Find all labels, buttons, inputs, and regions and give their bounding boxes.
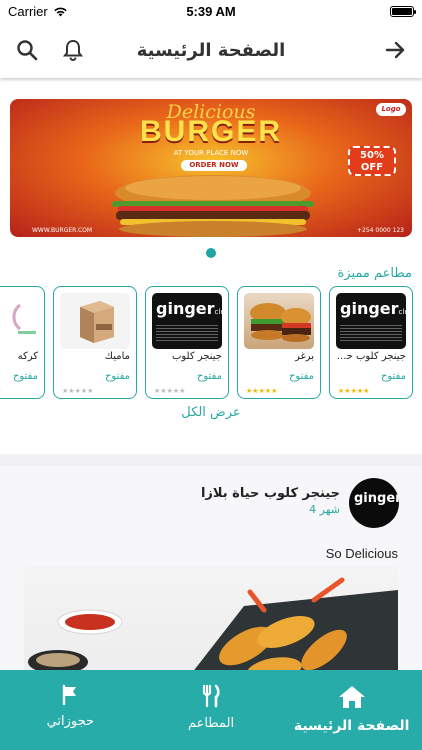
discount-badge: 50% OFF (348, 146, 396, 176)
restaurant-name: جينجر كلوب (171, 351, 222, 362)
restaurant-status: مفتوح (196, 371, 222, 382)
battery-icon (390, 5, 416, 17)
restaurant-name: برغر (294, 351, 314, 362)
restaurant-name: كركه (17, 351, 38, 362)
rating-stars: ★★★★★ (62, 387, 93, 395)
banner-website: WWW.BURGER.COM (32, 227, 93, 234)
restaurant-status: مفتوح (288, 371, 314, 382)
restaurant-status: مفتوح (104, 371, 130, 382)
ginger-club-logo: gingerclub (336, 293, 406, 349)
flag-icon (63, 684, 77, 706)
burger-photo (244, 293, 314, 349)
rating-stars: ★★★★★ (338, 387, 369, 395)
restaurant-name: ماميك (104, 351, 130, 362)
restaurant-card[interactable]: gingerclub جينجر كلوب مفتوح ★★★★★ (145, 286, 229, 399)
post-text: So Delicious (325, 546, 398, 561)
star-icon: ★ (363, 387, 370, 395)
status-bar: Carrier 5:39 AM (0, 0, 422, 22)
star-icon: ★ (87, 387, 94, 395)
home-content: Delicious BURGER AT YOUR PLACE NOW ORDER… (0, 78, 422, 670)
star-icon: ★ (271, 387, 278, 395)
banner-phone: +254 0000 123 (356, 227, 404, 234)
arrow-right-icon[interactable] (382, 37, 408, 63)
avatar-text: ginger (354, 491, 399, 506)
clock: 5:39 AM (186, 3, 236, 19)
mamig-boxes (60, 293, 130, 349)
bell-icon[interactable] (60, 37, 86, 63)
section-divider (0, 454, 422, 466)
fork-knife-icon (202, 684, 220, 708)
restaurant-card[interactable]: ماميك مفتوح ★★★★★ (53, 286, 137, 399)
header-actions (14, 37, 86, 63)
restaurant-name: جينجر كلوب حيا... (334, 351, 406, 362)
rating-stars: ★★★★★ (246, 387, 277, 395)
ginger-club-logo: gingerclub (152, 293, 222, 349)
rating-stars: ★★★★★ (0, 387, 1, 395)
tab-label: المطاعم (187, 716, 235, 731)
post-image[interactable] (24, 566, 398, 670)
featured-title: مطاعم مميزة (337, 266, 412, 281)
post-author[interactable]: جينجر كلوب حياة بلازا (201, 486, 340, 501)
show-all-link[interactable]: عرض الكل (0, 405, 422, 420)
post-time: 4 شهر (309, 503, 340, 516)
tab-label: الصفحة الرئيسية (293, 718, 410, 734)
tab-label: حجوزاتي (46, 714, 95, 729)
restaurant-status: مفتوح (12, 371, 38, 382)
badge-off: OFF (360, 162, 384, 173)
search-icon[interactable] (14, 37, 40, 63)
restaurant-status: مفتوح (380, 371, 406, 382)
star-icon: ★ (0, 387, 1, 395)
battery-fill (392, 7, 412, 15)
app-header: الصفحة الرئيسية (0, 22, 422, 78)
avatar[interactable]: ginger (349, 478, 399, 528)
bottom-tab-bar: حجوزاتي المطاعم الصفحة الرئيسية (0, 670, 422, 750)
banner-headline: BURGER (139, 115, 282, 148)
karak-logo (0, 293, 38, 349)
restaurant-card[interactable]: برغر مفتوح ★★★★★ (237, 286, 321, 399)
home-icon (338, 686, 365, 708)
badge-percent: 50% (360, 150, 384, 161)
tab-my-bookings[interactable]: حجوزاتي (0, 670, 141, 750)
carousel-dot[interactable] (206, 248, 216, 258)
tab-restaurants[interactable]: المطاعم (141, 670, 282, 750)
restaurant-card[interactable]: كركه مفتوح ★★★★★ (0, 286, 45, 399)
rating-stars: ★★★★★ (154, 387, 185, 395)
banner-logo: Logo (376, 103, 406, 116)
banner-order-button: ORDER NOW (181, 160, 247, 171)
post-card[interactable]: ginger جينجر كلوب حياة بلازا 4 شهر So De… (0, 466, 422, 670)
burger-illustration (112, 175, 314, 237)
tab-home[interactable]: الصفحة الرئيسية (281, 670, 422, 750)
promo-banner[interactable]: Delicious BURGER AT YOUR PLACE NOW ORDER… (10, 99, 412, 237)
restaurant-card[interactable]: gingerclub جينجر كلوب حيا... مفتوح ★★★★★ (329, 286, 413, 399)
star-icon: ★ (179, 387, 186, 395)
